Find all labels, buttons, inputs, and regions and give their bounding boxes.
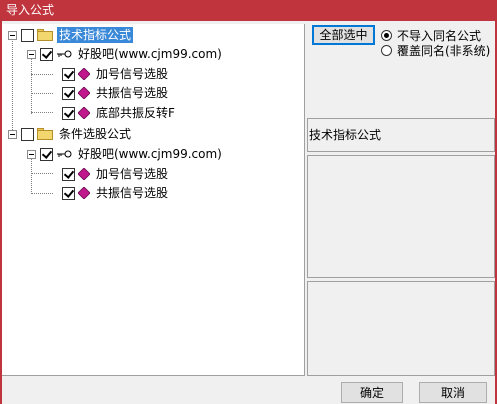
tree-node-formula[interactable]: 加号信号选股	[62, 165, 170, 183]
key-icon	[57, 150, 72, 158]
tree-node-site[interactable]: 好股吧(www.cjm99.com)	[27, 45, 224, 63]
checkbox-formula[interactable]	[62, 86, 75, 100]
key-icon	[57, 50, 72, 58]
folder-icon	[37, 128, 53, 140]
tree-node-root-condition[interactable]: 条件选股公式	[8, 125, 133, 143]
tree-line	[12, 38, 13, 138]
tree-node-label: 技术指标公式	[57, 27, 134, 43]
category-label: 技术指标公式	[309, 128, 382, 142]
select-all-button[interactable]: 全部选中	[312, 25, 375, 45]
tree-node-formula[interactable]: 加号信号选股	[62, 65, 170, 83]
tree-node-label: 共振信号选股	[96, 186, 169, 200]
tree-line	[31, 193, 53, 194]
formula-diamond-icon	[78, 68, 90, 80]
collapse-toggle-icon[interactable]	[8, 129, 17, 139]
checkbox-formula[interactable]	[62, 106, 75, 120]
tree-line	[31, 93, 53, 94]
tree-node-label: 好股吧(www.cjm99.com)	[78, 47, 222, 61]
formula-diamond-icon	[78, 168, 90, 180]
tree-line	[31, 112, 53, 113]
checkbox-formula[interactable]	[62, 67, 75, 81]
tree-node-label: 加号信号选股	[96, 67, 169, 81]
formula-description-box	[307, 281, 495, 376]
tree-node-formula[interactable]: 共振信号选股	[62, 184, 170, 202]
checkbox-site[interactable]	[40, 147, 53, 161]
tree-node-site[interactable]: 好股吧(www.cjm99.com)	[27, 145, 224, 163]
checkbox-site[interactable]	[40, 47, 53, 61]
formula-diamond-icon	[78, 87, 90, 99]
tree-node-formula[interactable]: 共振信号选股	[62, 84, 170, 102]
tree-node-formula[interactable]: 底部共振反转F	[62, 104, 177, 122]
radio-overwrite[interactable]: 覆盖同名(非系统)	[381, 42, 490, 59]
checkbox-condition[interactable]	[21, 127, 34, 141]
collapse-toggle-icon[interactable]	[27, 149, 36, 159]
collapse-toggle-icon[interactable]	[27, 49, 36, 59]
tree-line	[31, 173, 53, 174]
tree-node-label: 加号信号选股	[96, 167, 169, 181]
radio-overwrite-dot[interactable]	[381, 45, 392, 56]
tree-line	[31, 56, 32, 114]
ok-button[interactable]: 确定	[341, 382, 403, 403]
tree-node-label: 好股吧(www.cjm99.com)	[78, 147, 222, 161]
tree-node-label: 共振信号选股	[96, 86, 169, 100]
tree-node-label: 底部共振反转F	[96, 106, 175, 120]
formula-diamond-icon	[78, 107, 90, 119]
tree-node-root-technical[interactable]: 技术指标公式	[8, 26, 134, 44]
import-formula-dialog: 导入公式 技术指标公式 好股吧(www.cjm99.com) 加号信号选股 共振…	[0, 0, 497, 404]
collapse-toggle-icon[interactable]	[8, 30, 17, 40]
folder-icon	[37, 29, 53, 41]
tree-node-label: 条件选股公式	[59, 127, 132, 141]
formula-tree[interactable]: 技术指标公式 好股吧(www.cjm99.com) 加号信号选股 共振信号选股	[2, 24, 305, 376]
checkbox-technical[interactable]	[21, 28, 34, 42]
cancel-button[interactable]: 取消	[419, 382, 487, 403]
radio-overwrite-label: 覆盖同名(非系统)	[397, 44, 491, 58]
formula-diamond-icon	[78, 187, 90, 199]
formula-info-box	[307, 155, 495, 278]
checkbox-formula[interactable]	[62, 167, 75, 181]
title-bar[interactable]: 导入公式	[0, 0, 497, 21]
window-title: 导入公式	[6, 3, 55, 17]
tree-line	[31, 74, 53, 75]
checkbox-formula[interactable]	[62, 186, 75, 200]
radio-no-import-dot[interactable]	[381, 30, 392, 41]
